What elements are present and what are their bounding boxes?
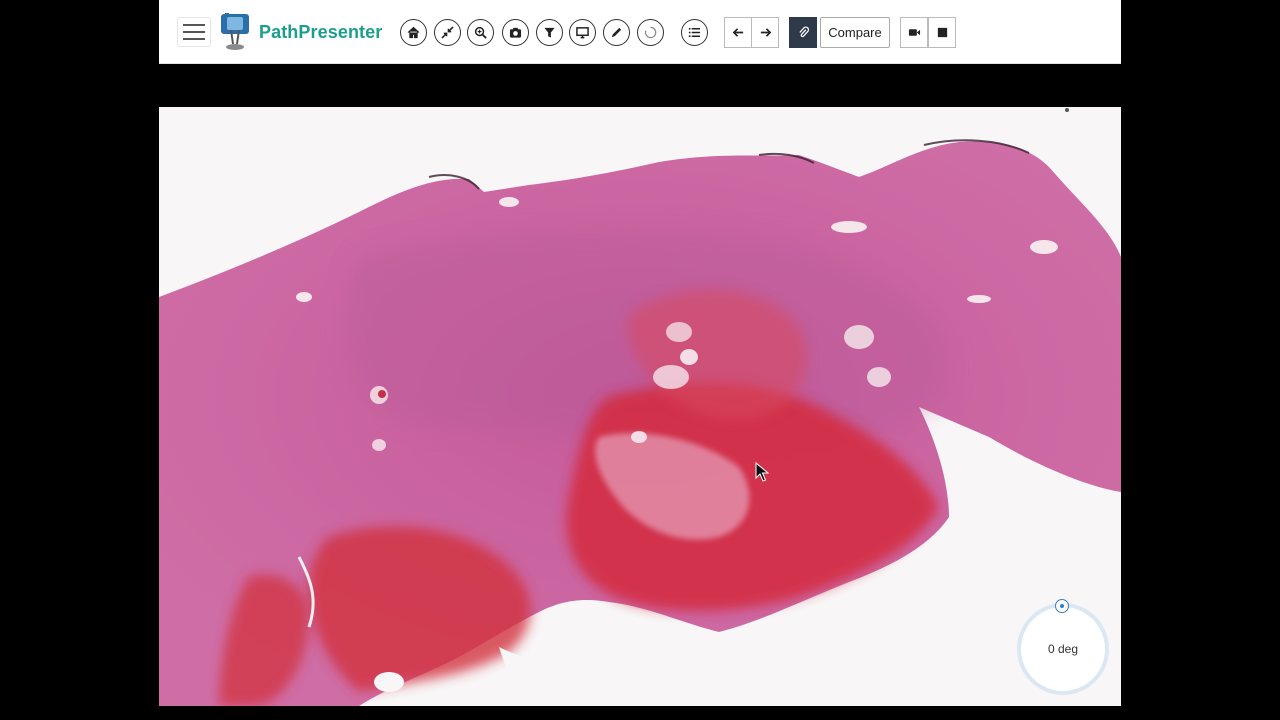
- slide-viewer[interactable]: 0 deg: [159, 107, 1121, 706]
- hamburger-menu-button[interactable]: [177, 17, 211, 47]
- collapse-arrows-icon: [441, 26, 454, 39]
- pathpresenter-app: PathPresenter Compare 0 deg: [159, 0, 1121, 706]
- stop-button[interactable]: [928, 17, 956, 48]
- present-button[interactable]: [569, 19, 596, 46]
- home-button[interactable]: [400, 19, 427, 46]
- home-icon: [407, 26, 420, 39]
- rotate-button[interactable]: [637, 19, 664, 46]
- lasso-icon: [644, 26, 657, 39]
- toolbar-spacer: [159, 64, 1121, 107]
- filter-button[interactable]: [536, 19, 563, 46]
- list-icon: [688, 27, 701, 38]
- fullscreen-button[interactable]: [434, 19, 461, 46]
- stop-square-icon: [937, 27, 947, 38]
- video-camera-icon: [908, 29, 920, 36]
- rotation-value: 0 deg: [1047, 642, 1079, 656]
- zoom-button[interactable]: [467, 19, 494, 46]
- pencil-icon: [611, 27, 622, 38]
- arrow-right-icon: [760, 28, 771, 37]
- monitor-icon: [576, 27, 589, 39]
- paperclip-icon: [798, 26, 809, 38]
- record-button[interactable]: [900, 17, 928, 48]
- tissue-slide-image[interactable]: [159, 107, 1121, 706]
- snapshot-button[interactable]: [502, 19, 529, 46]
- rotation-dial[interactable]: 0 deg: [1021, 599, 1105, 691]
- funnel-icon: [544, 27, 555, 38]
- app-logo[interactable]: PathPresenter: [217, 12, 382, 52]
- mouse-cursor-icon: [755, 462, 769, 482]
- attach-button[interactable]: [789, 17, 817, 48]
- app-name: PathPresenter: [259, 21, 383, 42]
- rotation-handle[interactable]: [1055, 599, 1069, 613]
- annotate-button[interactable]: [603, 19, 630, 46]
- arrow-left-icon: [732, 28, 743, 37]
- prev-slide-button[interactable]: [724, 17, 752, 48]
- next-slide-button[interactable]: [751, 17, 779, 48]
- list-button[interactable]: [681, 19, 708, 46]
- camera-icon: [509, 27, 522, 38]
- compare-button[interactable]: Compare: [820, 17, 890, 48]
- magnifier-icon: [474, 26, 487, 39]
- microscope-logo-icon: [221, 13, 249, 50]
- toolbar: PathPresenter Compare: [159, 0, 1121, 64]
